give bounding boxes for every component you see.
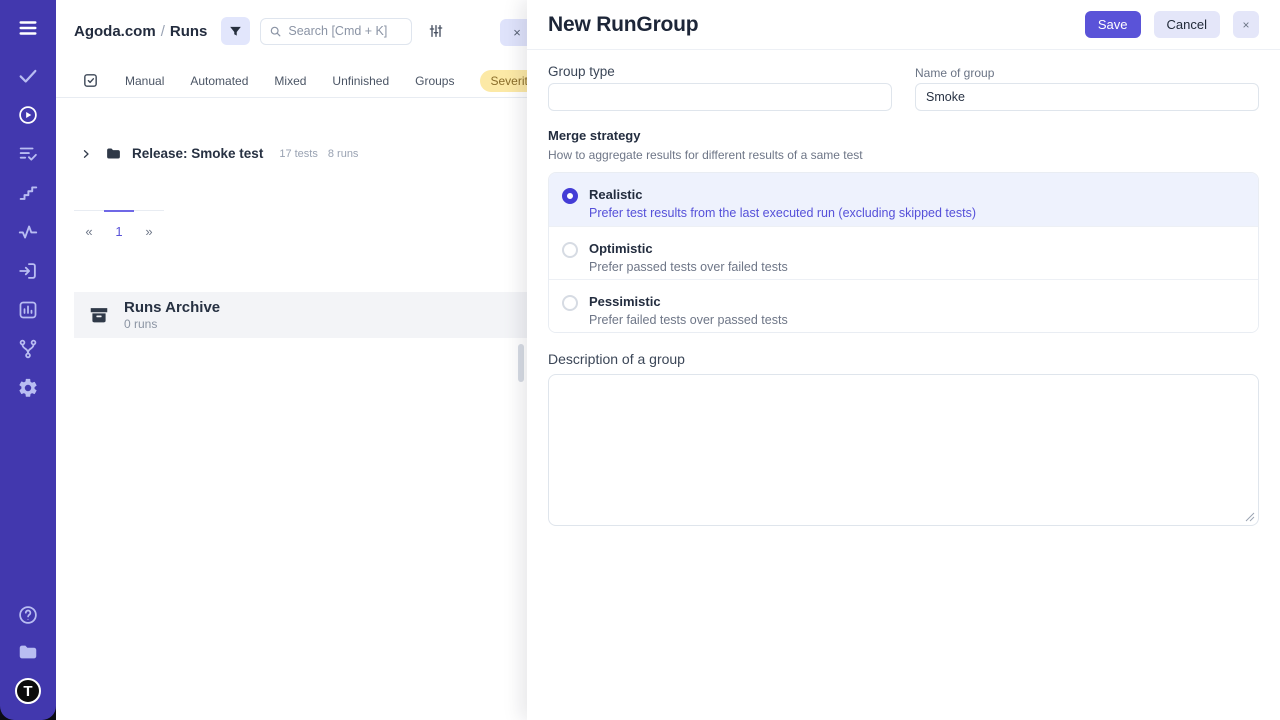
search-input[interactable] — [288, 24, 403, 38]
archive-text: Runs Archive 0 runs — [124, 299, 220, 330]
close-button[interactable]: × — [1233, 11, 1259, 38]
rungroup-runs-count: 8 runs — [328, 148, 359, 160]
archive-icon — [88, 304, 110, 326]
tab-unfinished[interactable]: Unfinished — [332, 74, 389, 88]
sidebar-nav — [17, 65, 39, 399]
form-row-top: Group type Name of group — [548, 64, 1259, 111]
new-rungroup-panel: New RunGroup Save Cancel × Group type Na… — [527, 0, 1280, 720]
option-title: Realistic — [589, 187, 976, 203]
filter-button[interactable] — [221, 17, 250, 45]
option-pessimistic[interactable]: Pessimistic Prefer failed tests over pas… — [549, 279, 1258, 332]
app-screen: T Agoda.com/Runs × Manual Au — [0, 0, 1280, 720]
group-type-field-group: Group type — [548, 64, 892, 111]
option-title: Pessimistic — [589, 294, 788, 310]
runs-panel-header: Agoda.com/Runs × — [56, 0, 527, 62]
option-realistic-text: Realistic Prefer test results from the l… — [589, 187, 976, 221]
page-title: New RunGroup — [548, 13, 698, 37]
import-icon[interactable] — [17, 260, 39, 282]
rungroup-name[interactable]: Release: Smoke test — [132, 146, 263, 161]
option-pessimistic-text: Pessimistic Prefer failed tests over pas… — [589, 294, 788, 328]
pagination-page-1[interactable]: 1 — [104, 210, 134, 239]
save-button[interactable]: Save — [1085, 11, 1141, 38]
new-rungroup-form: Group type Name of group Merge strategy … — [527, 50, 1280, 526]
merge-strategy-label: Merge strategy — [548, 128, 1259, 143]
analytics-icon[interactable] — [17, 299, 39, 321]
archive-count: 0 runs — [124, 317, 220, 331]
header-actions: Save Cancel × — [1085, 11, 1259, 38]
rungroup-tests-count: 17 tests — [279, 148, 318, 160]
breadcrumb-separator: / — [161, 23, 165, 40]
option-description: Prefer test results from the last execut… — [589, 206, 976, 221]
tab-mixed[interactable]: Mixed — [274, 74, 306, 88]
tab-manual[interactable]: Manual — [125, 74, 164, 88]
radio-pessimistic[interactable] — [562, 295, 578, 311]
radio-optimistic[interactable] — [562, 242, 578, 258]
runs-archive-row[interactable]: Runs Archive 0 runs — [74, 292, 527, 338]
sidebar: T — [0, 0, 56, 720]
tab-automated[interactable]: Automated — [190, 74, 248, 88]
rungroup-tree-item[interactable]: Release: Smoke test 17 tests 8 runs — [80, 145, 358, 162]
search-box — [260, 18, 412, 45]
chevron-right-icon[interactable] — [80, 148, 92, 160]
cancel-button[interactable]: Cancel — [1154, 11, 1220, 38]
name-of-group-input[interactable] — [915, 83, 1259, 111]
steps-icon[interactable] — [17, 182, 39, 204]
breadcrumb: Agoda.com / Runs — [74, 23, 207, 40]
option-optimistic-text: Optimistic Prefer passed tests over fail… — [589, 241, 788, 275]
play-circle-icon[interactable] — [17, 104, 39, 126]
runs-panel: Agoda.com/Runs × Manual Automated Mixed … — [56, 0, 527, 720]
branch-icon[interactable] — [17, 338, 39, 360]
radio-realistic[interactable] — [562, 188, 578, 204]
merge-strategy-hint: How to aggregate results for different r… — [548, 148, 1259, 162]
option-optimistic[interactable]: Optimistic Prefer passed tests over fail… — [549, 226, 1258, 279]
projects-folder-icon[interactable] — [17, 641, 39, 663]
name-of-group-label: Name of group — [915, 64, 1259, 83]
group-type-input[interactable] — [548, 83, 892, 111]
pagination-next[interactable]: » — [134, 210, 164, 239]
check-icon[interactable] — [17, 65, 39, 87]
adjustments-icon[interactable] — [424, 19, 448, 43]
settings-gear-icon[interactable] — [17, 377, 39, 399]
runs-filter-tabs: Manual Automated Mixed Unfinished Groups… — [56, 70, 527, 98]
profile-logo[interactable]: T — [15, 678, 41, 704]
folder-icon — [105, 145, 122, 162]
option-description: Prefer failed tests over passed tests — [589, 313, 788, 328]
name-field-group: Name of group — [915, 64, 1259, 111]
select-all-icon[interactable] — [82, 72, 99, 89]
search-icon — [269, 25, 282, 38]
option-realistic[interactable]: Realistic Prefer test results from the l… — [549, 173, 1258, 226]
tab-groups[interactable]: Groups — [415, 74, 454, 88]
menu-icon[interactable] — [17, 17, 39, 39]
pagination-prev[interactable]: « — [74, 210, 104, 239]
description-textarea[interactable] — [548, 374, 1259, 526]
new-rungroup-header: New RunGroup Save Cancel × — [527, 0, 1280, 50]
breadcrumb-project[interactable]: Agoda.com — [74, 23, 156, 40]
breadcrumb-page[interactable]: Runs — [170, 23, 208, 40]
activity-icon[interactable] — [17, 221, 39, 243]
group-type-label: Group type — [548, 64, 892, 83]
merge-strategy-options: Realistic Prefer test results from the l… — [548, 172, 1259, 333]
pagination: « 1 » — [74, 210, 164, 239]
sidebar-bottom: T — [15, 604, 41, 704]
panel-resize-handle[interactable] — [518, 344, 524, 382]
help-icon[interactable] — [17, 604, 39, 626]
description-label: Description of a group — [548, 351, 1259, 367]
description-field — [548, 374, 1259, 526]
option-description: Prefer passed tests over failed tests — [589, 260, 788, 275]
option-title: Optimistic — [589, 241, 788, 257]
archive-title: Runs Archive — [124, 299, 220, 316]
test-runs-icon[interactable] — [17, 143, 39, 165]
funnel-icon — [228, 24, 243, 39]
